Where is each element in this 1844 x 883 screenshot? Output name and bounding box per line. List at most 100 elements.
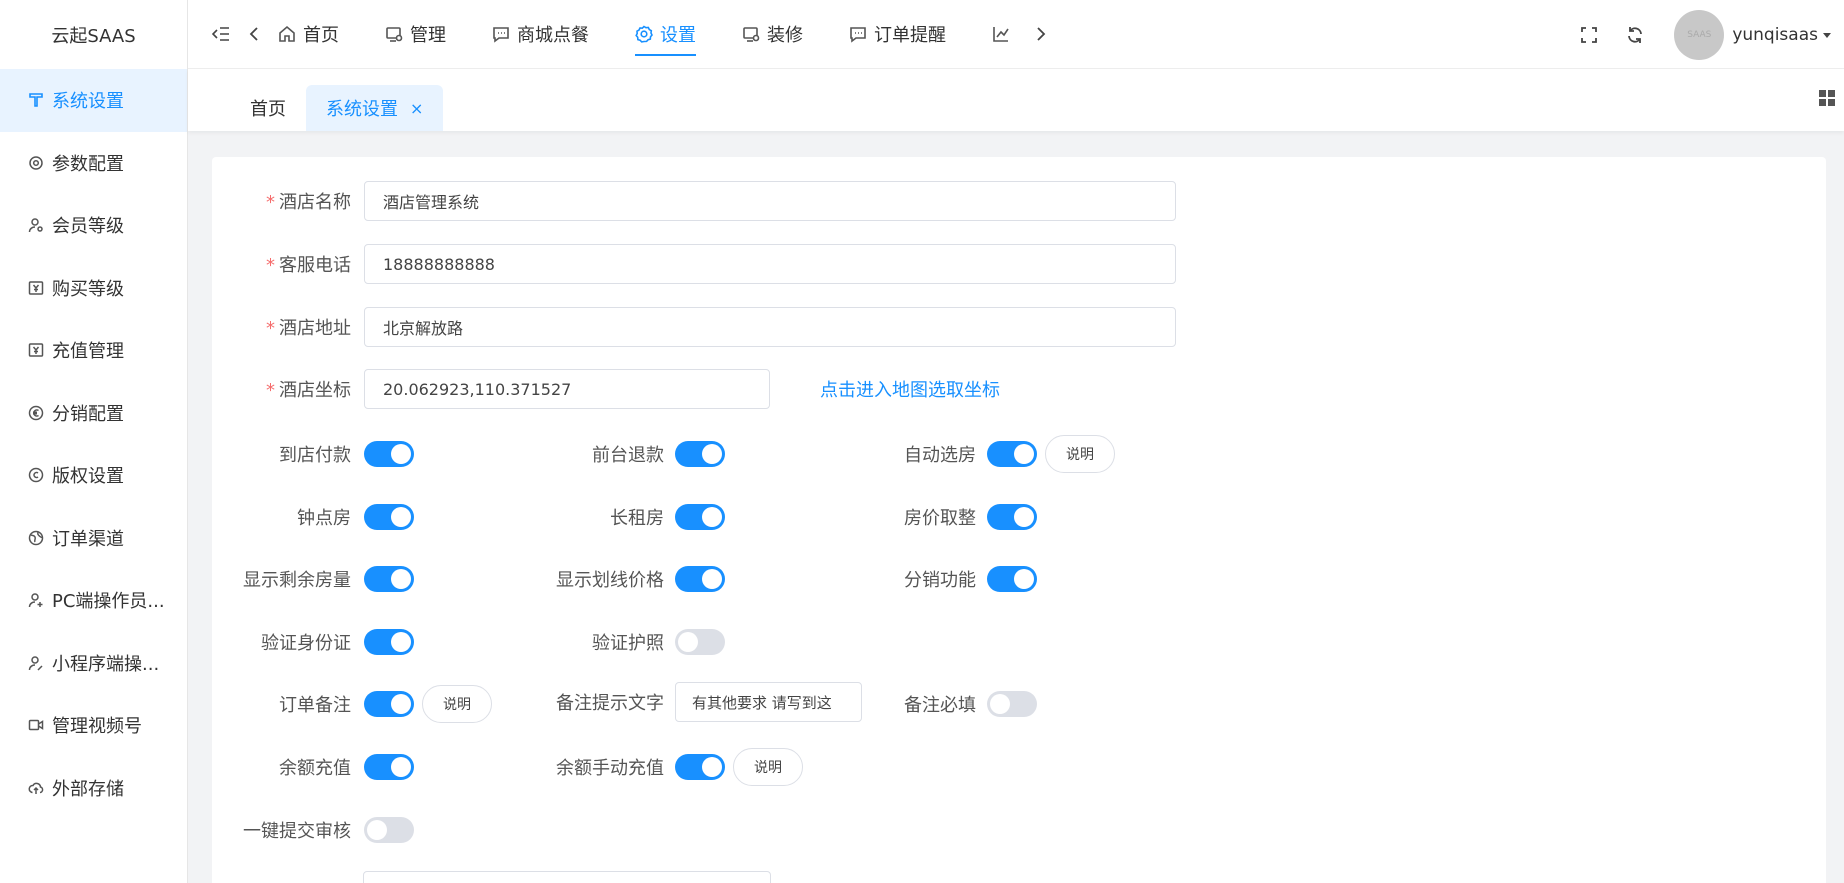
address-input[interactable]: 北京解放路: [364, 307, 1176, 347]
sidebar-item-label: 会员等级: [52, 216, 124, 238]
grid-menu-icon[interactable]: [1818, 89, 1836, 111]
row-auto-room: 自动选房 说明: [212, 435, 1115, 473]
auto-room-switch[interactable]: [987, 441, 1037, 467]
switch-knob: [678, 632, 698, 652]
tab-system-settings[interactable]: 系统设置 ×: [306, 85, 444, 131]
distribution-label: 分销功能: [904, 570, 976, 591]
partial-input[interactable]: [363, 871, 771, 883]
auto-room-explain-button[interactable]: 说明: [1045, 435, 1115, 473]
address-label: 酒店地址: [279, 318, 351, 339]
remark-required-switch[interactable]: [987, 691, 1037, 717]
sidebar-item[interactable]: 参数配置: [0, 132, 187, 195]
sidebar-item[interactable]: 系统设置: [0, 69, 187, 132]
price-round-switch[interactable]: [987, 504, 1037, 530]
sidebar-item[interactable]: 会员等级: [0, 194, 187, 257]
user-add-icon: [26, 590, 46, 610]
sidebar-menu: 系统设置 参数配置会员等级购买等级 充值管理 分销配置 版权设置 订单渠道 PC端操作员..…: [0, 69, 187, 819]
caret-down-icon[interactable]: [1822, 30, 1832, 40]
row-one-click-review: 一键提交审核: [212, 817, 414, 843]
manual-recharge-label: 余额手动充值: [556, 758, 664, 779]
globe-icon: [26, 528, 46, 548]
monitor-gear-icon: [385, 24, 405, 44]
sidebar-item[interactable]: 分销配置: [0, 382, 187, 445]
sidebar-item-label: 外部存储: [52, 778, 124, 800]
sidebar-item[interactable]: 管理视频号: [0, 694, 187, 757]
sidebar-item[interactable]: 小程序端操...: [0, 632, 187, 695]
phone-input[interactable]: 18888888888: [364, 244, 1176, 284]
chat-icon: [492, 24, 512, 44]
required-mark: *: [266, 192, 275, 213]
header-right: SAAS yunqisaas: [1580, 0, 1844, 69]
hotel-name-input[interactable]: 酒店管理系统: [364, 181, 1176, 221]
phone-label: 客服电话: [279, 255, 351, 276]
required-mark: *: [266, 318, 275, 339]
collapse-menu-icon[interactable]: [212, 25, 230, 43]
scroll-left-icon[interactable]: [248, 25, 260, 43]
sidebar-item[interactable]: 购买等级: [0, 257, 187, 320]
chat-icon: [849, 24, 869, 44]
gear-icon: [26, 153, 46, 173]
distribution-switch[interactable]: [987, 566, 1037, 592]
sidebar-item-label: 小程序端操...: [52, 653, 160, 675]
top-header: 首页 管理 商城点餐 设置 装修 订单提醒 SAAS yunqisaas: [188, 0, 1844, 69]
sidebar-item-label: PC端操作员...: [52, 591, 165, 613]
home-icon: [278, 24, 298, 44]
manual-recharge-explain-button[interactable]: 说明: [733, 748, 803, 786]
row-manual-recharge: 余额手动充值 说明: [212, 748, 803, 786]
monitor-gear-icon: [742, 24, 762, 44]
remark-required-label: 备注必填: [904, 695, 976, 716]
user-icon: [26, 215, 46, 235]
nav-stats[interactable]: [992, 0, 1017, 69]
price-round-label: 房价取整: [904, 508, 976, 529]
avatar-text: SAAS: [1687, 29, 1712, 40]
nav-label: 设置: [660, 25, 696, 46]
nav-manage[interactable]: 管理: [385, 0, 446, 69]
switch-knob: [367, 820, 387, 840]
verify-passport-switch[interactable]: [675, 629, 725, 655]
tab-home[interactable]: 首页: [250, 85, 286, 131]
close-icon[interactable]: ×: [410, 99, 423, 118]
switch-knob: [990, 694, 1010, 714]
copyright-icon: [26, 465, 46, 485]
sidebar-item-label: 管理视频号: [52, 716, 142, 738]
nav-label: 订单提醒: [874, 25, 946, 46]
nav-decorate[interactable]: 装修: [742, 0, 803, 69]
sidebar-item[interactable]: 外部存储: [0, 757, 187, 820]
gear-icon: [635, 24, 655, 44]
sidebar-item[interactable]: 版权设置: [0, 444, 187, 507]
nav-home[interactable]: 首页: [278, 0, 339, 69]
sidebar: 云起SAAS 系统设置 参数配置 会员等级 购买等级 充值管理 分销配置 版权设置 订单渠道 P…: [0, 0, 188, 883]
tab-label: 系统设置: [326, 99, 398, 120]
nav-mall[interactable]: 商城点餐: [492, 0, 589, 69]
sidebar-item[interactable]: 充值管理: [0, 319, 187, 382]
manual-recharge-switch[interactable]: [675, 754, 725, 780]
row-hotel-name: * 酒店名称 酒店管理系统: [212, 181, 1176, 221]
euro-icon: [26, 403, 46, 423]
fullscreen-icon[interactable]: [1580, 26, 1598, 44]
nav-label: 装修: [767, 25, 803, 46]
nav-label: 首页: [303, 25, 339, 46]
coord-input[interactable]: 20.062923,110.371527: [364, 369, 770, 409]
switch-knob: [1014, 444, 1034, 464]
nav-settings[interactable]: 设置: [635, 0, 696, 69]
sidebar-item[interactable]: 订单渠道: [0, 507, 187, 570]
scroll-right-icon[interactable]: [1035, 25, 1047, 43]
switch-knob: [1014, 569, 1034, 589]
tab-bar: 首页 系统设置 ×: [188, 69, 1844, 131]
settings-form-card: * 酒店名称 酒店管理系统 * 客服电话 18888888888 * 酒店地址 北京解…: [212, 157, 1826, 883]
row-phone: * 客服电话 18888888888: [212, 244, 1176, 284]
yen-icon: [26, 340, 46, 360]
top-nav: 首页 管理 商城点餐 设置 装修 订单提醒: [278, 0, 1047, 69]
required-mark: *: [266, 255, 275, 276]
sidebar-item[interactable]: PC端操作员...: [0, 569, 187, 632]
user-edit-icon: [26, 653, 46, 673]
map-pick-link[interactable]: 点击进入地图选取坐标: [820, 376, 1000, 402]
username[interactable]: yunqisaas: [1732, 25, 1818, 45]
nav-order-remind[interactable]: 订单提醒: [849, 0, 946, 69]
switch-knob: [1014, 507, 1034, 527]
avatar[interactable]: SAAS: [1674, 9, 1725, 60]
refresh-icon[interactable]: [1626, 26, 1644, 44]
nav-label: 管理: [410, 25, 446, 46]
required-mark: *: [266, 380, 275, 401]
one-click-review-switch[interactable]: [364, 817, 414, 843]
